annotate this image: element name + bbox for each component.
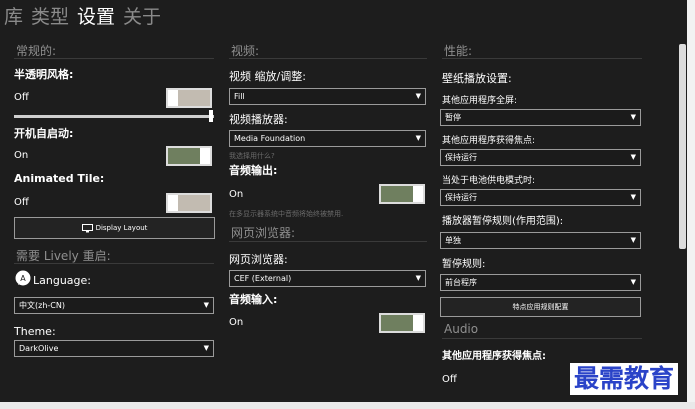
display-layout-button[interactable]: Display Layout bbox=[14, 217, 215, 239]
chevron-down-icon: ▼ bbox=[630, 193, 636, 201]
wallpaper-playback-label: 壁纸播放设置: bbox=[442, 72, 512, 85]
pause-rule-select[interactable]: 单独 ▼ bbox=[440, 232, 641, 249]
language-label: Language: bbox=[33, 274, 91, 287]
video-scaling-selected: Fill bbox=[234, 92, 245, 101]
section-divider bbox=[442, 58, 642, 59]
monitor-icon bbox=[81, 223, 93, 232]
app-rules-label: 特点应用规则配置 bbox=[512, 303, 569, 311]
section-divider bbox=[14, 263, 214, 264]
section-video-title: 视频: bbox=[231, 44, 260, 58]
tab-library[interactable]: 库 bbox=[4, 4, 23, 30]
video-scaling-label: 视频 缩放/调整: bbox=[229, 70, 306, 83]
chevron-down-icon: ▼ bbox=[630, 236, 636, 244]
chevron-down-icon: ▼ bbox=[630, 153, 636, 161]
section-audio-title: Audio bbox=[444, 322, 479, 336]
audio-output-toggle[interactable] bbox=[379, 184, 425, 204]
theme-selected: DarkOlive bbox=[19, 344, 59, 353]
pause-rule-label: 播放器暂停规则(作用范围): bbox=[442, 216, 564, 227]
settings-window: 库 类型 设置 关于 常规的: 半透明风格: Off 开机自启动: On Ani… bbox=[0, 0, 687, 402]
tab-about[interactable]: 关于 bbox=[123, 4, 161, 30]
window-edge-bottom bbox=[0, 402, 695, 409]
pause-rule-selected: 单独 bbox=[445, 236, 461, 245]
toggle-knob bbox=[168, 195, 178, 211]
language-selected: 中文(zh-CN) bbox=[19, 301, 65, 310]
top-nav: 库 类型 设置 关于 bbox=[4, 4, 161, 30]
autostart-value: On bbox=[14, 150, 29, 161]
section-divider bbox=[229, 58, 427, 59]
section-performance-title: 性能: bbox=[444, 44, 473, 58]
chevron-down-icon: ▼ bbox=[630, 113, 636, 121]
other-focus-selected: 保持运行 bbox=[445, 153, 477, 162]
other-focus-label: 其他应用程序获得焦点: bbox=[442, 136, 536, 146]
language-icon: A bbox=[15, 270, 31, 286]
animated-tile-toggle[interactable] bbox=[166, 193, 212, 213]
autostart-toggle[interactable] bbox=[166, 146, 212, 166]
video-player-hint[interactable]: 我选择用什么? bbox=[229, 151, 275, 161]
section-general-title: 常规的: bbox=[16, 44, 57, 58]
tab-type[interactable]: 类型 bbox=[31, 4, 69, 30]
audio-focus-label: 其他应用程序获得焦点: bbox=[442, 351, 546, 362]
chevron-down-icon: ▼ bbox=[630, 278, 636, 286]
autostart-label: 开机自启动: bbox=[14, 127, 74, 140]
section-browser-title: 网页浏览器: bbox=[231, 226, 296, 240]
other-focus-select[interactable]: 保持运行 ▼ bbox=[440, 149, 641, 166]
audio-output-hint: 在多显示器系统中音频将始终被禁用. bbox=[229, 210, 344, 218]
language-select[interactable]: 中文(zh-CN) ▼ bbox=[14, 297, 214, 314]
pause-rules-label: 暂停规则: bbox=[442, 259, 486, 270]
video-player-selected: Media Foundation bbox=[234, 134, 306, 143]
video-scaling-select[interactable]: Fill ▼ bbox=[229, 88, 426, 105]
video-player-select[interactable]: Media Foundation ▼ bbox=[229, 130, 426, 147]
section-divider bbox=[229, 241, 427, 242]
battery-mode-select[interactable]: 保持运行 ▼ bbox=[440, 189, 641, 206]
battery-mode-label: 当处于电池供电模式时: bbox=[442, 176, 536, 186]
audio-focus-value: Off bbox=[442, 374, 457, 385]
slider-thumb[interactable] bbox=[209, 110, 213, 122]
toggle-knob bbox=[168, 90, 178, 106]
pause-rules-select[interactable]: 前台程序 ▼ bbox=[440, 274, 641, 291]
vertical-scrollbar[interactable] bbox=[679, 44, 686, 249]
chevron-down-icon: ▼ bbox=[415, 274, 421, 282]
tab-settings[interactable]: 设置 bbox=[77, 4, 115, 30]
chevron-down-icon: ▼ bbox=[415, 134, 421, 142]
semi-transparent-value: Off bbox=[14, 92, 29, 103]
chevron-down-icon: ▼ bbox=[203, 344, 209, 352]
other-fullscreen-label: 其他应用程序全屏: bbox=[442, 96, 518, 106]
app-rules-button[interactable]: 特点应用规则配置 bbox=[440, 297, 641, 317]
toggle-knob bbox=[413, 315, 423, 331]
chevron-down-icon: ▼ bbox=[203, 301, 209, 309]
web-browser-select[interactable]: CEF (External) ▼ bbox=[229, 270, 426, 287]
theme-select[interactable]: DarkOlive ▼ bbox=[14, 340, 214, 357]
audio-output-value: On bbox=[229, 189, 244, 200]
theme-label: Theme: bbox=[14, 325, 56, 338]
toggle-knob bbox=[200, 148, 210, 164]
animated-tile-label: Animated Tile: bbox=[14, 172, 105, 185]
window-edge bbox=[687, 0, 695, 409]
video-player-label: 视频播放器: bbox=[229, 113, 288, 126]
watermark: 最需教育 bbox=[570, 363, 679, 395]
audio-input-toggle[interactable] bbox=[379, 313, 425, 333]
audio-input-value: On bbox=[229, 317, 244, 328]
semi-transparent-label: 半透明风格: bbox=[14, 68, 74, 81]
section-divider bbox=[442, 338, 642, 339]
audio-input-label: 音频输入: bbox=[229, 293, 278, 306]
other-fullscreen-select[interactable]: 暂停 ▼ bbox=[440, 109, 641, 126]
web-browser-label: 网页浏览器: bbox=[229, 253, 288, 266]
audio-output-label: 音频输出: bbox=[229, 164, 278, 177]
battery-mode-selected: 保持运行 bbox=[445, 193, 477, 202]
animated-tile-value: Off bbox=[14, 197, 29, 208]
web-browser-selected: CEF (External) bbox=[234, 274, 292, 283]
other-fullscreen-selected: 暂停 bbox=[445, 113, 461, 122]
toggle-knob bbox=[413, 186, 423, 202]
chevron-down-icon: ▼ bbox=[415, 92, 421, 100]
display-layout-label: Display Layout bbox=[95, 224, 148, 232]
svg-text:A: A bbox=[20, 274, 26, 283]
section-divider bbox=[14, 58, 214, 59]
pause-rules-selected: 前台程序 bbox=[445, 278, 477, 287]
transparency-slider[interactable] bbox=[14, 110, 214, 122]
semi-transparent-toggle[interactable] bbox=[166, 88, 212, 108]
section-restart-title: 需要 Lively 重启: bbox=[16, 249, 111, 263]
